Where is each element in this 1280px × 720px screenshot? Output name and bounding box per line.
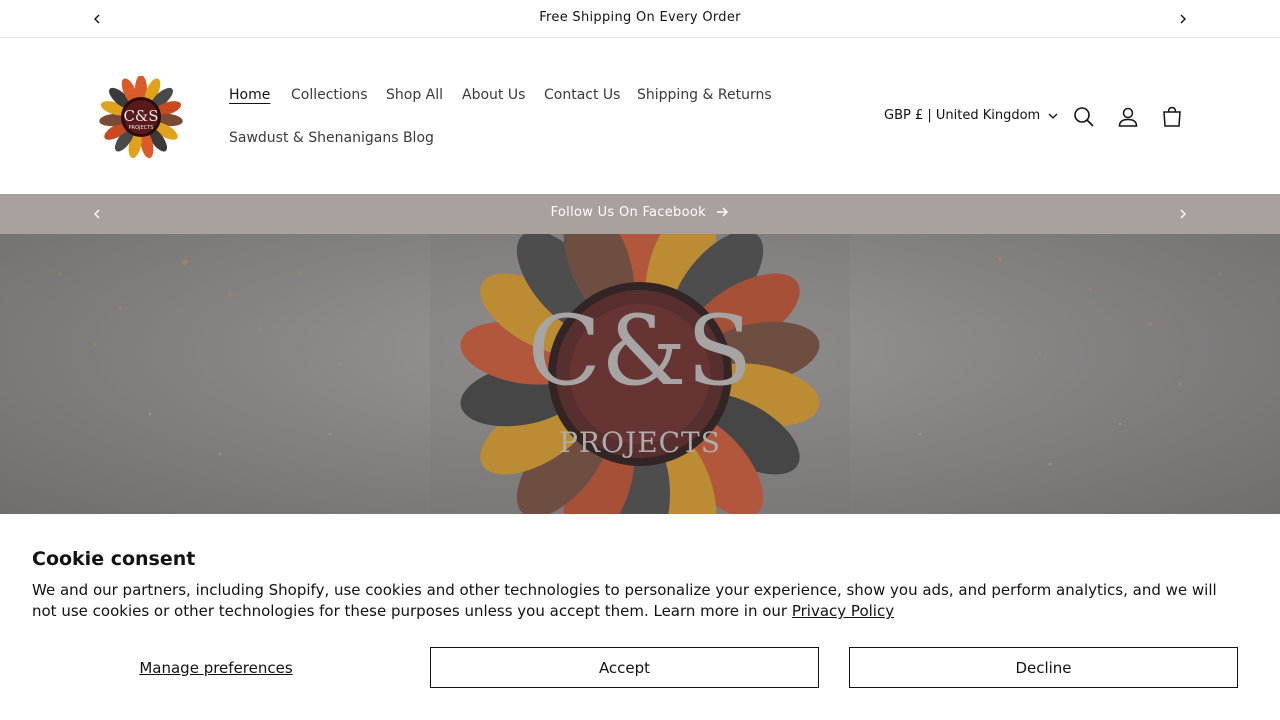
promo-text: Follow Us On Facebook	[550, 205, 706, 220]
locale-selector[interactable]: GBP £ | United Kingdom	[884, 108, 1058, 123]
svg-text:PROJECTS: PROJECTS	[129, 125, 154, 131]
locale-label: GBP £ | United Kingdom	[884, 108, 1041, 123]
promo-link[interactable]: Follow Us On Facebook	[0, 205, 1280, 220]
announcement-text: Free Shipping On Every Order	[539, 10, 741, 25]
arrow-right-icon	[716, 205, 729, 220]
svg-text:C&S: C&S	[123, 107, 158, 125]
nav-item-home[interactable]: Home	[229, 87, 270, 103]
cookie-body: We and our partners, including Shopify, …	[32, 580, 1232, 622]
site-header: C&S PROJECTS Home Collections Shop All A…	[0, 39, 1280, 194]
cookie-title: Cookie consent	[32, 548, 196, 570]
accept-button[interactable]: Accept	[430, 647, 819, 688]
nav-item-shipping-returns[interactable]: Shipping & Returns	[637, 87, 772, 103]
chevron-down-icon	[1048, 113, 1058, 119]
nav-item-contact-us[interactable]: Contact Us	[544, 87, 620, 103]
chevron-right-icon[interactable]	[1176, 12, 1190, 26]
decline-button[interactable]: Decline	[849, 647, 1238, 688]
store-logo[interactable]: C&S PROJECTS	[96, 75, 186, 159]
cart-icon[interactable]	[1160, 105, 1184, 129]
announcement-bar: Free Shipping On Every Order	[0, 0, 1280, 38]
hero-brand-flower: C&S PROJECTS	[430, 234, 850, 524]
cookie-consent-banner: Cookie consent We and our partners, incl…	[0, 514, 1280, 720]
manage-preferences-button[interactable]: Manage preferences	[32, 647, 400, 688]
nav-item-blog[interactable]: Sawdust & Shenanigans Blog	[229, 130, 434, 146]
cookie-body-text: We and our partners, including Shopify, …	[32, 581, 1217, 620]
account-icon[interactable]	[1116, 105, 1140, 129]
nav-item-collections[interactable]: Collections	[291, 87, 368, 103]
chevron-right-icon[interactable]	[1176, 207, 1190, 221]
search-icon[interactable]	[1072, 105, 1096, 129]
nav-item-about-us[interactable]: About Us	[462, 87, 525, 103]
nav-item-shop-all[interactable]: Shop All	[386, 87, 443, 103]
promo-bar: Follow Us On Facebook	[0, 194, 1280, 234]
privacy-policy-link[interactable]: Privacy Policy	[792, 602, 894, 620]
hero-banner: C&S PROJECTS	[0, 234, 1280, 524]
